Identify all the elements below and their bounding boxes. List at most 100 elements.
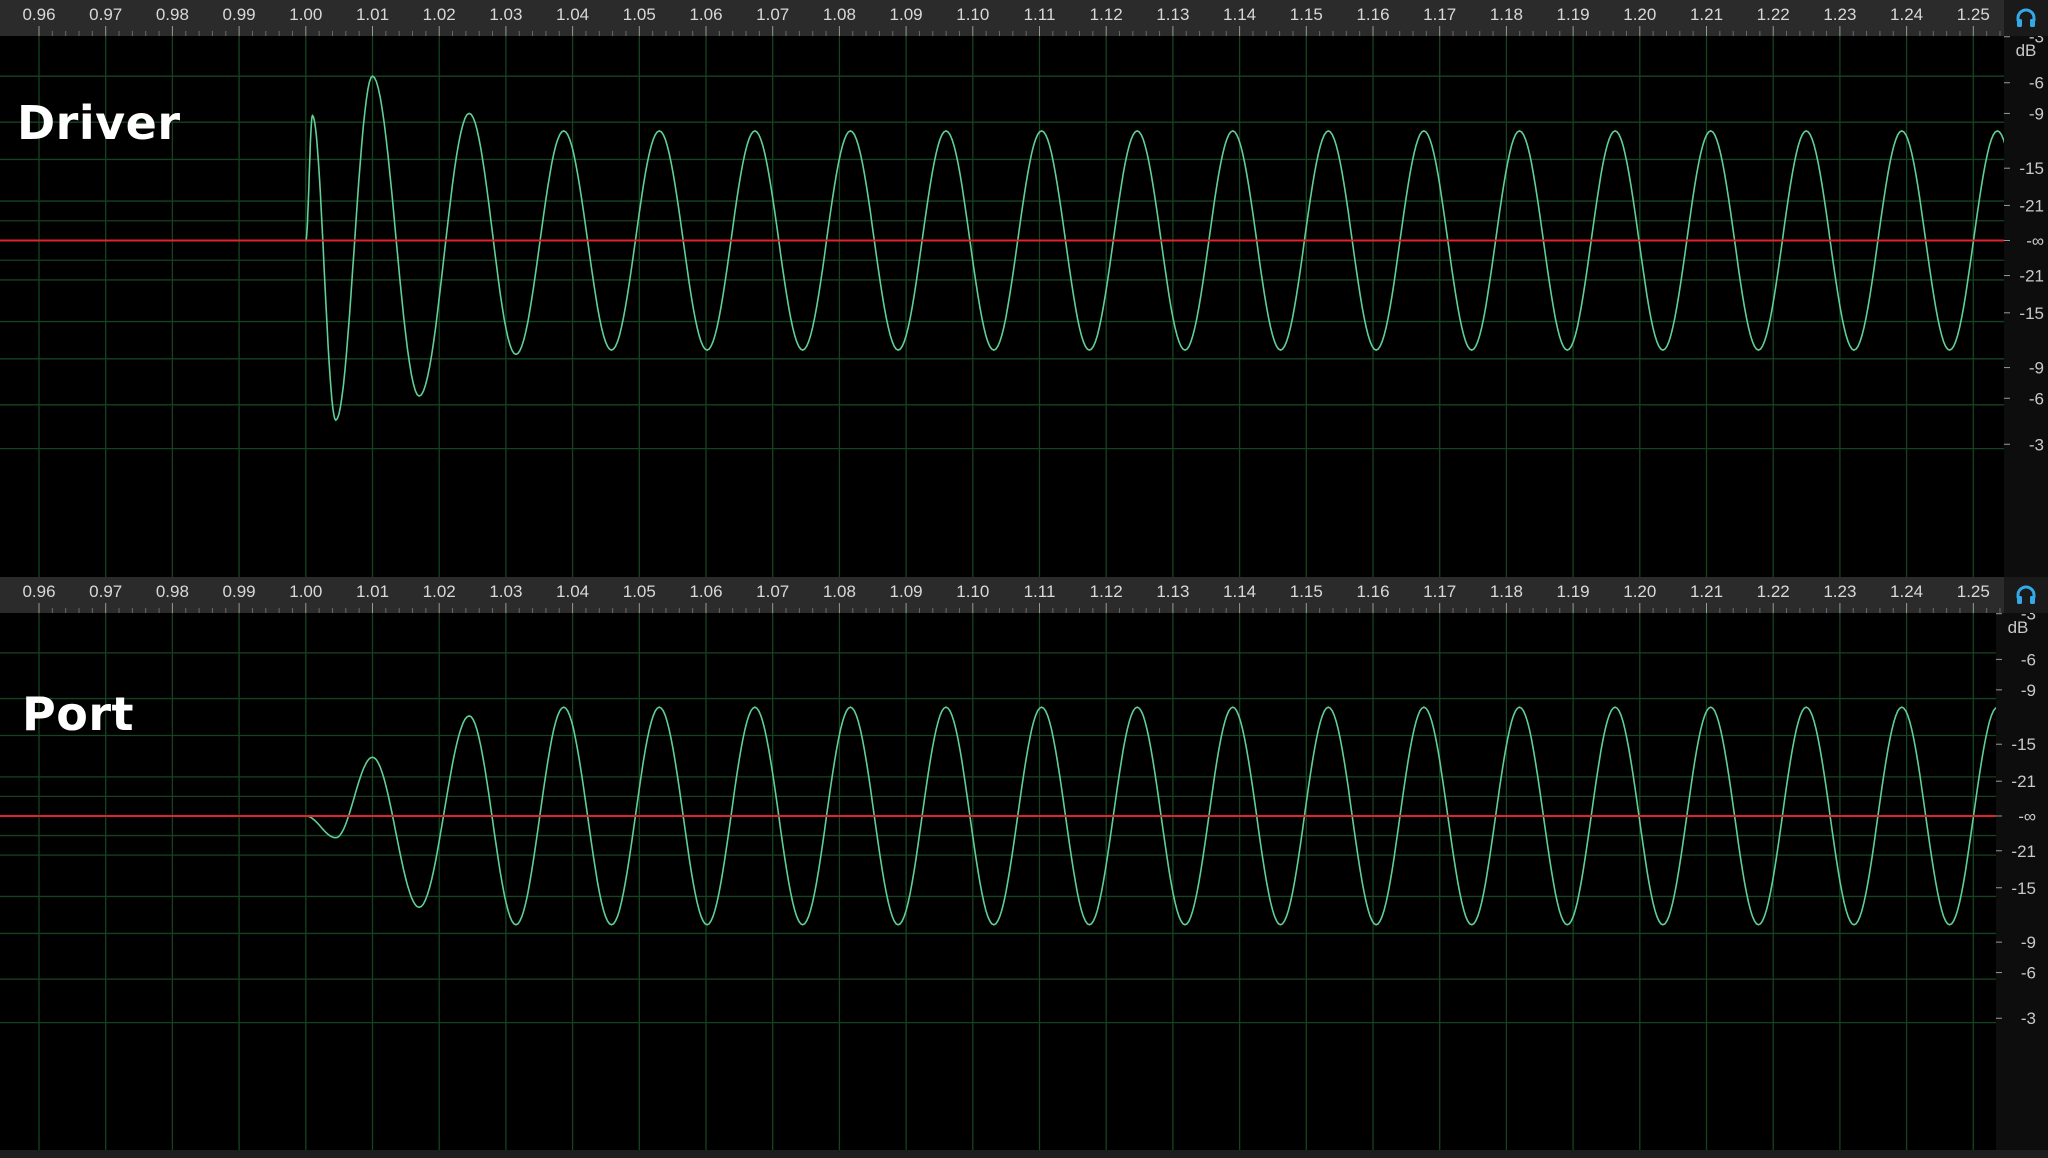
track-label: Port <box>22 687 134 741</box>
ruler-tick-label: 1.16 <box>1356 5 1389 24</box>
waveform-graph <box>0 613 1996 1150</box>
ruler-tick-label: 0.99 <box>223 582 256 601</box>
ruler-tick-label: 0.98 <box>156 5 189 24</box>
time-ruler-ticks: 0.96 0.97 0.98 0.99 1.00 1.01 1.02 1.03 1.04 1.05… <box>22 582 2001 613</box>
db-scale-label: -6 <box>2029 74 2044 93</box>
ruler-tick-label: 1.03 <box>489 582 522 601</box>
db-scale-labels: dB-3-6-9-15-21-∞-21-15-9-6-3 <box>2004 36 2044 454</box>
ruler-tick-label: 1.08 <box>823 5 856 24</box>
db-scale-label: -21 <box>2011 842 2036 861</box>
db-scale-label: -9 <box>2029 104 2044 123</box>
ruler-tick-label: 1.24 <box>1890 5 1923 24</box>
ruler-tick-label: 0.96 <box>22 582 55 601</box>
ruler-tick-label: 1.25 <box>1957 5 1990 24</box>
track-driver: 0.96 0.97 0.98 0.99 1.00 1.01 1.02 1.03 1.04 1.05… <box>0 0 2048 577</box>
ruler-tick-label: 1.21 <box>1690 5 1723 24</box>
ruler-tick-label: 1.05 <box>623 582 656 601</box>
ruler-tick-label: 1.13 <box>1156 5 1189 24</box>
ruler-tick-label: 1.20 <box>1623 5 1656 24</box>
ruler-tick-label: 1.01 <box>356 5 389 24</box>
ruler-tick-label: 1.07 <box>756 582 789 601</box>
ruler-tick-label: 1.03 <box>489 5 522 24</box>
waveform-area[interactable] <box>0 36 2004 577</box>
ruler-tick-label: 1.06 <box>689 582 722 601</box>
ruler-tick-label: 1.16 <box>1356 582 1389 601</box>
waveform-area[interactable] <box>0 613 1996 1150</box>
ruler-tick-label: 1.04 <box>556 582 589 601</box>
ruler-tick-label: 1.23 <box>1823 582 1856 601</box>
time-ruler[interactable]: 0.96 0.97 0.98 0.99 1.00 1.01 1.02 1.03 1.04 1.05… <box>0 0 2004 36</box>
db-scale: dB -3 -6 -9 -15 -21 -∞ -21 -15 -9 -6 -3 <box>2004 36 2048 577</box>
db-scale-label: -6 <box>2021 650 2036 669</box>
ruler-tick-label: 1.20 <box>1623 582 1656 601</box>
db-scale-label: -9 <box>2021 681 2036 700</box>
db-scale-label: -21 <box>2011 772 2036 791</box>
ruler-tick-label: 1.04 <box>556 5 589 24</box>
db-scale-label: -∞ <box>2026 231 2044 250</box>
ruler-tick-label: 0.96 <box>22 5 55 24</box>
db-scale-label: -9 <box>2029 359 2044 378</box>
ruler-tick-label: 1.22 <box>1757 5 1790 24</box>
ruler-tick-label: 1.19 <box>1557 5 1590 24</box>
track-port: 0.96 0.97 0.98 0.99 1.00 1.01 1.02 1.03 1.04 1.05… <box>0 577 2048 1158</box>
db-scale-label: -15 <box>2019 159 2044 178</box>
ruler-tick-label: 1.12 <box>1090 5 1123 24</box>
ruler-tick-label: 1.00 <box>289 5 322 24</box>
db-scale-label: -∞ <box>2018 807 2036 826</box>
ruler-tick-label: 0.98 <box>156 582 189 601</box>
db-scale-label: -9 <box>2021 933 2036 952</box>
time-ruler[interactable]: 0.96 0.97 0.98 0.99 1.00 1.01 1.02 1.03 1.04 1.05… <box>0 577 2004 613</box>
ruler-tick-label: 1.09 <box>890 582 923 601</box>
db-scale-label: -21 <box>2019 196 2044 215</box>
ruler-tick-label: 0.99 <box>223 5 256 24</box>
db-scale: dB -3 -6 -9 -15 -21 -∞ -21 -15 -9 -6 -3 <box>1996 613 2048 1150</box>
db-scale-label: -6 <box>2029 389 2044 408</box>
headphones-icon <box>2014 6 2038 30</box>
ruler-tick-label: 1.17 <box>1423 5 1456 24</box>
time-ruler-ticks: 0.96 0.97 0.98 0.99 1.00 1.01 1.02 1.03 1.04 1.05… <box>22 5 2001 36</box>
db-scale-labels: dB-3-6-9-15-21-∞-21-15-9-6-3 <box>1996 613 2036 1028</box>
db-scale-label: -3 <box>2021 1009 2036 1028</box>
ruler-tick-label: 1.23 <box>1823 5 1856 24</box>
monitor-button[interactable] <box>2004 577 2048 613</box>
db-scale-label: -3 <box>2021 613 2036 624</box>
db-scale-label: -21 <box>2019 267 2044 286</box>
ruler-tick-label: 1.11 <box>1024 5 1056 24</box>
ruler-tick-label: 1.00 <box>289 582 322 601</box>
ruler-tick-label: 1.01 <box>356 582 389 601</box>
ruler-tick-label: 1.08 <box>823 582 856 601</box>
ruler-tick-label: 1.14 <box>1223 5 1256 24</box>
ruler-tick-label: 1.13 <box>1156 582 1189 601</box>
ruler-tick-label: 1.11 <box>1024 582 1056 601</box>
ruler-tick-label: 1.10 <box>956 5 989 24</box>
db-scale-label: -15 <box>2011 879 2036 898</box>
ruler-tick-label: 1.05 <box>623 5 656 24</box>
ruler-tick-label: 1.24 <box>1890 582 1923 601</box>
db-scale-label: -3 <box>2029 435 2044 454</box>
status-strip <box>0 1150 2048 1158</box>
ruler-tick-label: 1.18 <box>1490 5 1523 24</box>
ruler-tick-label: 1.09 <box>890 5 923 24</box>
ruler-tick-label: 1.02 <box>423 5 456 24</box>
ruler-tick-label: 0.97 <box>89 5 122 24</box>
ruler-tick-label: 1.18 <box>1490 582 1523 601</box>
monitor-button[interactable] <box>2004 0 2048 36</box>
ruler-tick-label: 1.19 <box>1557 582 1590 601</box>
db-scale-label: -15 <box>2011 735 2036 754</box>
ruler-tick-label: 1.02 <box>423 582 456 601</box>
ruler-tick-label: 1.15 <box>1290 5 1323 24</box>
ruler-tick-label: 1.15 <box>1290 582 1323 601</box>
ruler-tick-label: 1.22 <box>1757 582 1790 601</box>
ruler-tick-label: 1.25 <box>1957 582 1990 601</box>
db-scale-label: -6 <box>2021 964 2036 983</box>
track-label: Driver <box>17 96 181 150</box>
ruler-tick-label: 1.10 <box>956 582 989 601</box>
ruler-tick-label: 1.17 <box>1423 582 1456 601</box>
ruler-tick-label: 0.97 <box>89 582 122 601</box>
db-scale-label: -3 <box>2029 36 2044 47</box>
db-scale-label: -15 <box>2019 304 2044 323</box>
ruler-tick-label: 1.21 <box>1690 582 1723 601</box>
waveform-line <box>0 75 2004 422</box>
ruler-tick-label: 1.07 <box>756 5 789 24</box>
ruler-tick-label: 1.06 <box>689 5 722 24</box>
